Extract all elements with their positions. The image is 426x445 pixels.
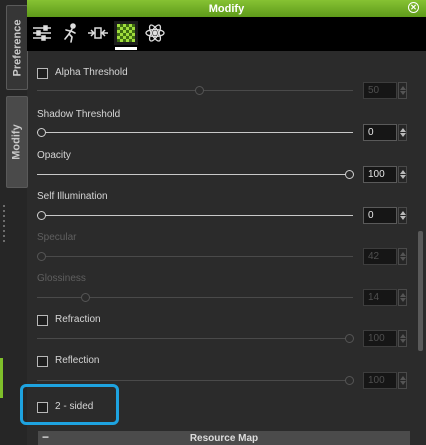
refraction-slider: [37, 338, 353, 339]
reflection-label: Reflection: [55, 355, 100, 366]
alpha-threshold-slider-thumb: [195, 86, 204, 95]
shadow-threshold-slider-thumb[interactable]: [37, 128, 46, 137]
opacity-slider-thumb[interactable]: [345, 170, 354, 179]
opacity-spinner[interactable]: [398, 166, 407, 183]
refraction-label: Refraction: [55, 314, 101, 325]
shadow-threshold-value[interactable]: 0: [363, 124, 397, 141]
reflection-spinner: [398, 372, 407, 389]
physics-atom-icon[interactable]: [143, 21, 167, 45]
material-checker-icon[interactable]: [114, 21, 138, 50]
tab-modify[interactable]: Modify: [6, 96, 28, 188]
alpha-threshold-label: Alpha Threshold: [55, 67, 128, 78]
edit-transform-icon[interactable]: [86, 21, 110, 45]
close-icon[interactable]: ✕: [408, 2, 419, 13]
self-illumination-slider-thumb[interactable]: [37, 211, 46, 220]
alpha-threshold-spinner: [398, 82, 407, 99]
shadow-threshold-slider[interactable]: [37, 132, 353, 133]
self-illumination-spinner[interactable]: [398, 207, 407, 224]
glossiness-spinner: [398, 289, 407, 306]
glossiness-slider-thumb: [81, 293, 90, 302]
resource-map-header[interactable]: − Resource Map: [38, 430, 410, 445]
opacity-slider[interactable]: [37, 174, 353, 175]
scrollbar-thumb[interactable]: [418, 231, 423, 351]
self-illumination-slider[interactable]: [37, 215, 353, 216]
window-title-bar: Modify ✕: [27, 0, 426, 17]
specular-value: 42: [363, 248, 397, 265]
reflection-slider-thumb: [345, 376, 354, 385]
panel-resize-grip[interactable]: [3, 205, 5, 245]
specular-label: Specular: [37, 232, 77, 243]
reflection-value: 100: [363, 372, 397, 389]
shadow-threshold-spinner[interactable]: [398, 124, 407, 141]
alpha-threshold-checkbox[interactable]: [37, 68, 48, 79]
sliders-icon[interactable]: [30, 21, 54, 45]
scrollbar[interactable]: [416, 51, 426, 445]
highlight-annotation: [20, 384, 119, 425]
glossiness-value: 14: [363, 289, 397, 306]
toolbar: [27, 17, 426, 51]
side-panel: Preference Modify: [0, 0, 28, 445]
shadow-threshold-label: Shadow Threshold: [37, 109, 121, 120]
refraction-value: 100: [363, 330, 397, 347]
alpha-threshold-value: 50: [363, 82, 397, 99]
refraction-slider-thumb: [345, 334, 354, 343]
self-illumination-value[interactable]: 0: [363, 207, 397, 224]
reflection-checkbox[interactable]: [37, 356, 48, 367]
glossiness-label: Glossiness: [37, 273, 86, 284]
opacity-value[interactable]: 100: [363, 166, 397, 183]
specular-spinner: [398, 248, 407, 265]
reflection-slider: [37, 380, 353, 381]
specular-slider-thumb: [37, 252, 46, 261]
opacity-label: Opacity: [37, 150, 71, 161]
refraction-spinner: [398, 330, 407, 347]
resource-map-label: Resource Map: [189, 432, 259, 444]
specular-slider: [37, 256, 353, 257]
refraction-checkbox[interactable]: [37, 315, 48, 326]
tab-preference[interactable]: Preference: [6, 5, 28, 90]
window-title: Modify: [208, 2, 245, 15]
collapse-icon[interactable]: −: [42, 430, 49, 444]
self-illumination-label: Self Illumination: [37, 191, 108, 202]
motion-icon[interactable]: [58, 21, 82, 45]
side-accent-bar: [0, 358, 3, 398]
